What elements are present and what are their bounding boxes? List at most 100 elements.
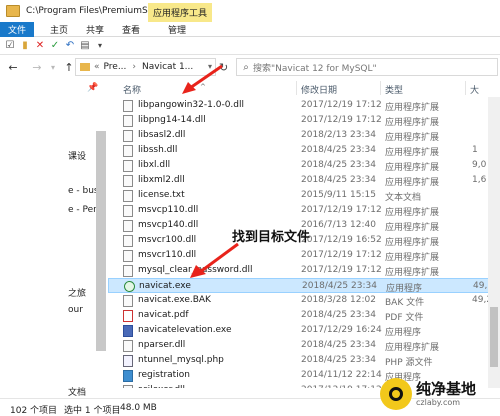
file-type: 应用程序扩展: [385, 253, 440, 263]
file-row[interactable]: mysql_clear_password.dll 2017/12/19 17:12…: [108, 263, 500, 278]
up-icon[interactable]: ↑: [62, 61, 76, 74]
column-divider[interactable]: [380, 81, 381, 95]
file-type: 应用程序扩展: [385, 268, 440, 278]
file-date: 2017/12/19 17:12: [301, 250, 382, 260]
file-row[interactable]: license.txt 2015/9/11 15:15 文本文档: [108, 188, 500, 203]
php-icon: [123, 355, 133, 367]
file-name: msvcr110.dll: [138, 250, 197, 260]
dll-icon: [123, 145, 133, 157]
tab-home[interactable]: 主页: [45, 22, 73, 37]
file-type: 应用程序扩展: [385, 238, 440, 248]
file-name: registration: [138, 370, 190, 380]
file-row[interactable]: msvcr110.dll 2017/12/19 17:12 应用程序扩展: [108, 248, 500, 263]
file-size: 1: [472, 145, 478, 155]
window-title: C:\Program Files\PremiumSoft...: [26, 6, 169, 16]
file-list-scrollbar[interactable]: [488, 97, 500, 388]
back-icon[interactable]: ←: [6, 61, 20, 74]
column-type[interactable]: 类型: [385, 83, 403, 96]
file-row[interactable]: navicat.exe 2018/4/25 23:34 应用程序 49,2: [108, 278, 500, 294]
file-type: 应用程序扩展: [385, 103, 440, 113]
file-name: msvcp140.dll: [138, 220, 199, 230]
properties-icon[interactable]: ☑: [4, 40, 16, 52]
search-placeholder: 搜索"Navicat 12 for MySQL": [253, 63, 377, 74]
file-date: 2017/12/19 17:12: [301, 265, 382, 275]
navigation-pane: 📌 课设 e - bus e - Pers 之旅 our 文档: [0, 79, 108, 398]
nav-scrollbar[interactable]: [96, 131, 106, 351]
file-row[interactable]: navicat.pdf 2018/4/25 23:34 PDF 文件: [108, 308, 500, 323]
nav-item[interactable]: 课设: [68, 149, 86, 162]
customize-toolbar-icon[interactable]: ▾: [94, 40, 106, 52]
app-icon: [124, 281, 135, 292]
watermark-logo: 纯净基地 czlaby.com: [380, 374, 498, 414]
column-divider[interactable]: [465, 81, 466, 95]
file-row[interactable]: ntunnel_mysql.php 2018/4/25 23:34 PHP 源文件: [108, 353, 500, 368]
file-name: libxml2.dll: [138, 175, 185, 185]
column-headers: ^ 名称 修改日期 类型 大: [108, 79, 500, 97]
file-row[interactable]: libpangowin32-1.0-0.dll 2017/12/19 17:12 应…: [108, 98, 500, 113]
dll-icon: [123, 220, 133, 232]
file-row[interactable]: libpng14-14.dll 2017/12/19 17:12 应用程序扩展: [108, 113, 500, 128]
address-dropdown-icon[interactable]: ▾: [208, 62, 212, 71]
forward-icon[interactable]: →: [30, 61, 44, 74]
check-icon[interactable]: ✓: [49, 40, 61, 52]
address-bar[interactable]: « Pre... › Navicat 1... ▾: [75, 58, 216, 76]
scrollbar-thumb[interactable]: [490, 307, 498, 367]
pin-icon[interactable]: 📌: [87, 83, 98, 93]
file-date: 2017/12/19 17:12: [301, 205, 382, 215]
file-type: 应用程序扩展: [385, 133, 440, 143]
nav-item[interactable]: 文档: [68, 385, 86, 398]
file-name: scilexer.dll: [138, 385, 185, 388]
column-size[interactable]: 大: [470, 83, 479, 96]
watermark-title: 纯净基地: [416, 379, 477, 398]
context-tab-title: 应用程序工具: [148, 3, 213, 22]
file-row[interactable]: libxml2.dll 2018/4/25 23:34 应用程序扩展 1,6: [108, 173, 500, 188]
breadcrumb-segment[interactable]: Pre...: [104, 62, 127, 72]
refresh-icon[interactable]: ↻: [219, 61, 228, 74]
tab-manage[interactable]: 管理: [163, 22, 191, 37]
file-row[interactable]: navicat.exe.BAK 2018/3/28 12:02 BAK 文件 49,2: [108, 293, 500, 308]
overflow-chevron-icon[interactable]: «: [94, 62, 100, 72]
file-date: 2018/4/25 23:34: [301, 340, 376, 350]
pdf-icon: [123, 310, 133, 322]
file-date: 2016/7/13 12:40: [301, 220, 376, 230]
file-date: 2018/4/25 23:34: [301, 355, 376, 365]
file-date: 2017/12/19 16:52: [301, 235, 382, 245]
delete-icon[interactable]: ✕: [34, 40, 46, 52]
file-date: 2018/4/25 23:34: [302, 281, 377, 291]
file-type: 应用程序扩展: [385, 163, 440, 173]
file-name: libsasl2.dll: [138, 130, 186, 140]
file-row[interactable]: libssh.dll 2018/4/25 23:34 应用程序扩展 1: [108, 143, 500, 158]
address-row: ← → ▾ ↑ « Pre... › Navicat 1... ▾ ↻ ⌕ 搜索…: [0, 55, 500, 79]
column-name[interactable]: 名称: [123, 83, 141, 96]
search-icon: ⌕: [243, 61, 249, 73]
new-folder-icon[interactable]: ▮: [19, 40, 31, 52]
file-row[interactable]: msvcp110.dll 2017/12/19 17:12 应用程序扩展: [108, 203, 500, 218]
nav-item[interactable]: our: [68, 305, 83, 315]
file-name: libpng14-14.dll: [138, 115, 206, 125]
column-divider[interactable]: [296, 81, 297, 95]
file-row[interactable]: navicatelevation.exe 2017/12/29 16:24 应用程序: [108, 323, 500, 338]
breadcrumb-chevron-icon[interactable]: ›: [132, 62, 136, 72]
dll-icon: [123, 160, 133, 172]
search-box[interactable]: ⌕ 搜索"Navicat 12 for MySQL": [236, 58, 498, 76]
file-date: 2018/3/28 12:02: [301, 295, 376, 305]
undo-icon[interactable]: ↶: [64, 40, 76, 52]
file-name: navicat.exe: [139, 281, 191, 291]
file-size: 1,6: [472, 175, 487, 185]
nav-item[interactable]: e - bus: [68, 186, 99, 196]
document-icon[interactable]: ▤: [79, 40, 91, 52]
tab-share[interactable]: 共享: [81, 22, 109, 37]
file-type: 应用程序扩展: [385, 343, 440, 353]
file-row[interactable]: nparser.dll 2018/4/25 23:34 应用程序扩展: [108, 338, 500, 353]
recent-locations-icon[interactable]: ▾: [46, 63, 60, 72]
breadcrumb-segment-current[interactable]: Navicat 1...: [142, 62, 193, 72]
nav-item[interactable]: 之旅: [68, 286, 86, 299]
file-name: msvcp110.dll: [138, 205, 199, 215]
tab-view[interactable]: 查看: [117, 22, 145, 37]
dll-icon: [123, 265, 133, 277]
tab-file[interactable]: 文件: [0, 22, 34, 37]
column-date[interactable]: 修改日期: [301, 83, 337, 96]
file-date: 2018/4/25 23:34: [301, 175, 376, 185]
file-row[interactable]: libxl.dll 2018/4/25 23:34 应用程序扩展 9,0: [108, 158, 500, 173]
file-row[interactable]: libsasl2.dll 2018/2/13 23:34 应用程序扩展: [108, 128, 500, 143]
